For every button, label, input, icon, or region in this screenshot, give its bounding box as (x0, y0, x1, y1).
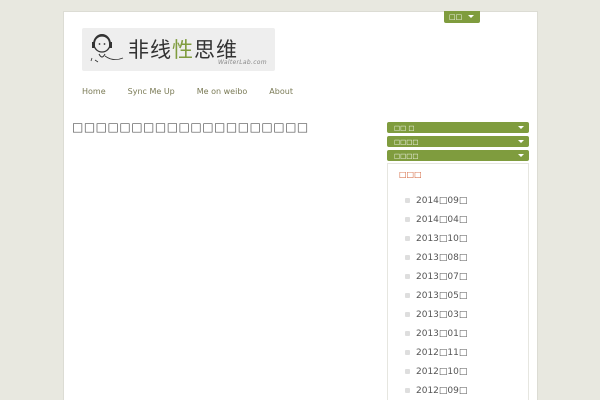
nav-item-sync-me-up[interactable]: Sync Me Up (128, 87, 175, 101)
sidebar-widget-label: □□□□ (394, 151, 419, 160)
archive-item[interactable]: 2013□03□ (405, 305, 467, 324)
archive-item[interactable]: 2014□09□ (405, 191, 467, 210)
post-title[interactable]: □□□□□□□□□□□□□□□□□□□□ (72, 120, 309, 134)
archive-item[interactable]: 2013□08□ (405, 248, 467, 267)
bullet-icon (405, 350, 410, 355)
language-selector-label: □□ (449, 13, 463, 21)
archive-item[interactable]: 2012□09□ (405, 381, 467, 400)
site-subtitle: WalterLab.com (218, 59, 267, 66)
nav-item-me-on-weibo[interactable]: Me on weibo (197, 87, 248, 101)
chevron-down-icon (468, 15, 474, 18)
archive-item[interactable]: 2012□11□ (405, 343, 467, 362)
nav-item-home[interactable]: Home (82, 87, 106, 101)
archive-item[interactable]: 2014□04□ (405, 210, 467, 229)
chevron-down-icon (518, 126, 524, 129)
archive-item[interactable]: 2013□07□ (405, 267, 467, 286)
bullet-icon (405, 217, 410, 222)
archive-widget: □□□ 2014□09□ 2014□04□ 2013□10□ 2013□08□ … (387, 163, 529, 400)
archive-list: 2014□09□ 2014□04□ 2013□10□ 2013□08□ 2013… (405, 191, 467, 400)
headphone-boy-icon (90, 34, 124, 63)
bullet-icon (405, 369, 410, 374)
archive-item[interactable]: 2012□10□ (405, 362, 467, 381)
sidebar-widget-3[interactable]: □□□□ (387, 150, 529, 161)
bullet-icon (405, 198, 410, 203)
bullet-icon (405, 236, 410, 241)
language-selector[interactable]: □□ (444, 11, 480, 23)
bullet-icon (405, 255, 410, 260)
sidebar-widget-2[interactable]: □□□□ (387, 136, 529, 147)
bullet-icon (405, 312, 410, 317)
bullet-icon (405, 293, 410, 298)
site-logo[interactable]: 非线性思维 WalterLab.com (82, 28, 275, 71)
bullet-icon (405, 331, 410, 336)
main-nav: Home Sync Me Up Me on weibo About (82, 87, 315, 101)
chevron-down-icon (518, 154, 524, 157)
chevron-down-icon (518, 140, 524, 143)
bullet-icon (405, 388, 410, 393)
nav-item-about[interactable]: About (269, 87, 293, 101)
archive-item[interactable]: 2013□01□ (405, 324, 467, 343)
archive-item[interactable]: 2013□10□ (405, 229, 467, 248)
archive-title: □□□ (399, 170, 422, 179)
sidebar-widget-label: □□□□ (394, 137, 419, 146)
bullet-icon (405, 274, 410, 279)
sidebar-widget-label: □□ □ (394, 123, 415, 132)
archive-item[interactable]: 2013□05□ (405, 286, 467, 305)
sidebar-widget-1[interactable]: □□ □ (387, 122, 529, 133)
